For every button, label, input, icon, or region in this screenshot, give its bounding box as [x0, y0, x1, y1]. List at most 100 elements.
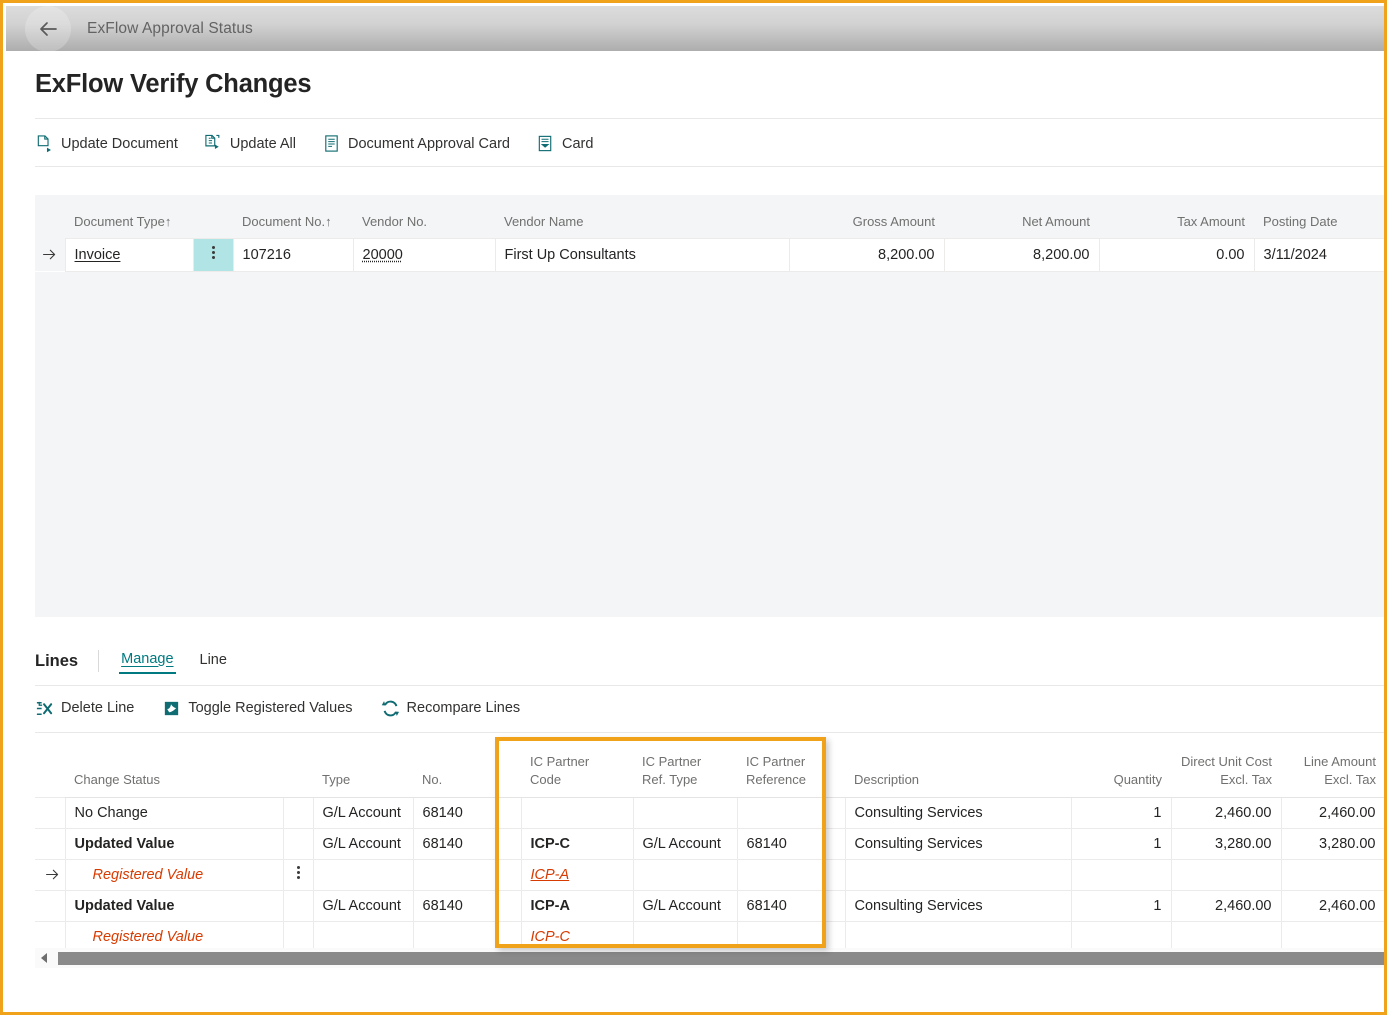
col-vendor-no[interactable]: Vendor No.	[353, 195, 495, 238]
cell-description[interactable]	[844, 858, 1072, 891]
col-line-amount[interactable]: Line Amount Excl. Tax	[1281, 741, 1384, 798]
cell-ic-partner-reference[interactable]: 68140	[736, 889, 846, 922]
cell-ic-partner-ref-type[interactable]	[632, 858, 738, 891]
cell-line-amount[interactable]: 2,460.00	[1280, 796, 1384, 829]
cell-ic-partner-reference[interactable]: 68140	[736, 827, 846, 860]
col-document-type[interactable]: Document Type↑	[65, 195, 193, 238]
col-ic-partner-ref-type[interactable]: IC Partner Ref. Type	[633, 741, 737, 798]
cell-document-type[interactable]: Invoice	[64, 237, 194, 272]
cell-direct-unit-cost[interactable]: 2,460.00	[1170, 796, 1282, 829]
cell-direct-unit-cost[interactable]: 2,460.00	[1170, 889, 1282, 922]
table-row[interactable]: Updated Value G/L Account 68140 ICP-A G/…	[35, 889, 1384, 922]
cell-no[interactable]	[412, 858, 522, 891]
tab-manage[interactable]: Manage	[119, 649, 176, 674]
cell-ic-partner-reference[interactable]	[736, 796, 846, 829]
col-quantity[interactable]: Quantity	[1071, 741, 1171, 798]
row-actions-menu-cell[interactable]	[282, 827, 314, 860]
cell-no[interactable]: 68140	[412, 827, 522, 860]
col-change-status[interactable]: Change Status	[65, 741, 283, 798]
cell-ic-partner-code[interactable]	[520, 796, 634, 829]
document-approval-card-label: Document Approval Card	[347, 135, 510, 152]
col-ic-partner-code[interactable]: IC Partner Code	[521, 741, 633, 798]
lines-grid-header-row: Change Status Type No. IC Partner Code IC…	[35, 741, 1384, 798]
col-document-no[interactable]: Document No.↑	[233, 195, 353, 238]
table-row[interactable]: No Change G/L Account 68140 Consulting S…	[35, 796, 1384, 829]
cell-gross-amount[interactable]: 8,200.00	[788, 237, 945, 272]
scrollbar-thumb[interactable]	[58, 952, 1384, 965]
cell-document-no[interactable]: 107216	[232, 237, 354, 272]
col-net-amount[interactable]: Net Amount	[944, 195, 1099, 238]
row-actions-menu-button[interactable]	[282, 858, 314, 891]
col-tax-amount[interactable]: Tax Amount	[1099, 195, 1254, 238]
cell-no[interactable]: 68140	[412, 796, 522, 829]
col-type[interactable]: Type	[313, 741, 413, 798]
cell-ic-partner-code[interactable]: ICP-A	[520, 858, 634, 891]
cell-description[interactable]: Consulting Services	[844, 827, 1072, 860]
table-row[interactable]: Updated Value G/L Account 68140 ICP-C G/…	[35, 827, 1384, 860]
cell-quantity[interactable]	[1070, 858, 1172, 891]
table-row[interactable]: Registered Value ICP-A	[35, 858, 1384, 891]
card-button[interactable]: Card	[536, 134, 593, 153]
col-no[interactable]: No.	[413, 741, 521, 798]
cell-net-amount[interactable]: 8,200.00	[943, 237, 1100, 272]
cell-type[interactable]: G/L Account	[312, 796, 414, 829]
lines-horizontal-scrollbar[interactable]	[35, 948, 1384, 968]
col-ic-partner-reference[interactable]: IC Partner Reference	[737, 741, 845, 798]
cell-type[interactable]: G/L Account	[312, 889, 414, 922]
row-actions-menu-button[interactable]	[192, 237, 234, 272]
update-document-button[interactable]: Update Document	[35, 134, 178, 153]
cell-ic-partner-code[interactable]: ICP-A	[520, 889, 634, 922]
col-direct-unit-cost[interactable]: Direct Unit Cost Excl. Tax	[1171, 741, 1281, 798]
scroll-left-button[interactable]	[35, 948, 52, 968]
row-selected-indicator	[35, 858, 65, 891]
col-vendor-name[interactable]: Vendor Name	[495, 195, 789, 238]
top-navigation-bar: ExFlow Approval Status	[6, 5, 1384, 52]
breadcrumb[interactable]: ExFlow Approval Status	[87, 20, 253, 38]
cell-change-status[interactable]: Updated Value	[64, 889, 284, 922]
col-description[interactable]: Description	[845, 741, 1071, 798]
cell-posting-date[interactable]: 3/11/2024	[1253, 237, 1384, 272]
update-all-button[interactable]: Update All	[204, 134, 296, 153]
delete-line-button[interactable]: Delete Line	[35, 699, 134, 718]
cell-change-status[interactable]: No Change	[64, 796, 284, 829]
cell-quantity[interactable]: 1	[1070, 827, 1172, 860]
table-row[interactable]: Invoice 107216 20000 First Up Consultant…	[35, 237, 1384, 272]
cell-ic-partner-reference[interactable]	[736, 858, 846, 891]
lines-header-divider	[98, 650, 100, 672]
cell-no[interactable]: 68140	[412, 889, 522, 922]
cell-vendor-no[interactable]: 20000	[352, 237, 496, 272]
approval-card-icon	[325, 135, 338, 152]
cell-tax-amount[interactable]: 0.00	[1098, 237, 1255, 272]
cell-ic-partner-ref-type[interactable]	[632, 796, 738, 829]
col-posting-date[interactable]: Posting Date	[1254, 195, 1384, 238]
cell-change-status[interactable]: Registered Value	[64, 858, 284, 891]
cell-type[interactable]: G/L Account	[312, 827, 414, 860]
back-button[interactable]	[25, 5, 71, 52]
cell-ic-partner-ref-type[interactable]: G/L Account	[632, 827, 738, 860]
cell-description[interactable]: Consulting Services	[844, 796, 1072, 829]
row-actions-menu-cell[interactable]	[282, 796, 314, 829]
delete-line-label: Delete Line	[61, 700, 135, 716]
col-lines-rowmenu-spacer	[283, 741, 313, 798]
recompare-lines-button[interactable]: Recompare Lines	[381, 699, 520, 718]
cell-line-amount[interactable]	[1280, 858, 1384, 891]
cell-direct-unit-cost[interactable]: 3,280.00	[1170, 827, 1282, 860]
row-actions-menu-cell[interactable]	[282, 889, 314, 922]
cell-line-amount[interactable]: 3,280.00	[1280, 827, 1384, 860]
toggle-registered-values-button[interactable]: Toggle Registered Values	[162, 699, 353, 718]
cell-change-status[interactable]: Updated Value	[64, 827, 284, 860]
cell-ic-partner-code[interactable]: ICP-C	[520, 827, 634, 860]
tab-line[interactable]: Line	[198, 650, 229, 673]
document-approval-card-button[interactable]: Document Approval Card	[322, 134, 510, 153]
cell-vendor-name[interactable]: First Up Consultants	[494, 237, 790, 272]
cell-line-amount[interactable]: 2,460.00	[1280, 889, 1384, 922]
cell-direct-unit-cost[interactable]	[1170, 858, 1282, 891]
col-gross-amount[interactable]: Gross Amount	[789, 195, 944, 238]
cell-quantity[interactable]: 1	[1070, 796, 1172, 829]
scrollbar-track[interactable]	[52, 948, 1384, 968]
cell-quantity[interactable]: 1	[1070, 889, 1172, 922]
cell-description[interactable]: Consulting Services	[844, 889, 1072, 922]
cell-type[interactable]	[312, 858, 414, 891]
documents-update-all-icon	[205, 134, 220, 150]
cell-ic-partner-ref-type[interactable]: G/L Account	[632, 889, 738, 922]
